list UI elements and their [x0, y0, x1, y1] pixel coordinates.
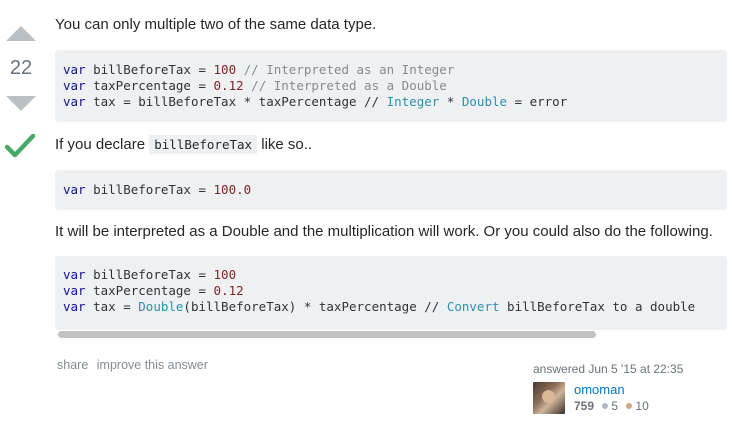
- upvote-arrow-icon[interactable]: [6, 26, 36, 41]
- code-token: taxPercentage =: [93, 283, 214, 298]
- code-token: 0.12: [213, 283, 244, 298]
- code-token: billBeforeTax =: [93, 267, 214, 282]
- code-token: var: [63, 182, 94, 197]
- share-link[interactable]: share: [57, 358, 88, 372]
- vote-count: 22: [9, 57, 33, 79]
- bronze-badge-icon: [626, 403, 633, 410]
- reputation-line: 759 5 10: [574, 399, 649, 413]
- paragraph-text: like so..: [257, 136, 313, 153]
- reputation-score: 759: [574, 399, 595, 413]
- paragraph-text: If you declare: [55, 136, 150, 153]
- answer-paragraph: It will be interpreted as a Double and t…: [55, 223, 713, 240]
- code-token: *: [439, 94, 462, 109]
- scrollbar-thumb[interactable]: [58, 331, 596, 338]
- code-token: var: [63, 94, 94, 109]
- code-token: taxPercentage =: [93, 78, 214, 93]
- code-token: 100.0: [213, 182, 252, 197]
- downvote-arrow-icon[interactable]: [6, 96, 36, 111]
- code-token: var: [63, 283, 94, 298]
- user-signature: answered Jun 5 '15 at 22:35 omoman 759 5…: [533, 362, 723, 414]
- code-token: Integer: [386, 94, 440, 109]
- code-token: 100: [213, 62, 237, 77]
- code-token: var: [63, 267, 94, 282]
- answer-paragraph: If you declare billBeforeTax like so..: [55, 135, 312, 155]
- code-token: 100: [213, 267, 237, 282]
- user-name-link[interactable]: omoman: [574, 382, 625, 397]
- code-token: billBeforeTax to a double: [499, 299, 696, 314]
- improve-answer-link[interactable]: improve this answer: [97, 358, 208, 372]
- code-token: = error: [507, 94, 568, 109]
- code-token: (billBeforeTax) * taxPercentage //: [183, 299, 447, 314]
- code-token: // Interpreted as an Integer: [236, 62, 455, 77]
- code-token: var: [63, 78, 94, 93]
- answer-paragraph: You can only multiple two of the same da…: [55, 16, 377, 33]
- code-token: var: [63, 299, 94, 314]
- inline-code: billBeforeTax: [149, 135, 258, 154]
- bronze-badge-count: 10: [635, 399, 649, 413]
- code-block: var billBeforeTax = 100 // Interpreted a…: [55, 50, 727, 122]
- code-token: tax = billBeforeTax * taxPercentage //: [93, 94, 387, 109]
- code-block: var billBeforeTax = 100.0: [55, 170, 727, 210]
- code-scrollbar[interactable]: [55, 330, 727, 339]
- avatar[interactable]: [533, 382, 565, 414]
- answered-timestamp: answered Jun 5 '15 at 22:35: [533, 362, 684, 376]
- code-token: Double: [461, 94, 508, 109]
- code-token: tax =: [93, 299, 139, 314]
- silver-badge-count: 5: [611, 399, 619, 413]
- code-token: var: [63, 62, 94, 77]
- code-block: var billBeforeTax = 100 var taxPercentag…: [55, 256, 727, 330]
- code-token: Convert: [446, 299, 500, 314]
- silver-badge-icon: [602, 403, 609, 410]
- code-token: billBeforeTax =: [93, 62, 214, 77]
- code-token: 0.12: [213, 78, 244, 93]
- code-token: // Interpreted as a Double: [243, 78, 447, 93]
- code-token: billBeforeTax =: [93, 182, 214, 197]
- code-token: Double: [138, 299, 184, 314]
- post-menu: share improve this answer: [57, 358, 213, 372]
- accepted-checkmark-icon: [5, 133, 35, 158]
